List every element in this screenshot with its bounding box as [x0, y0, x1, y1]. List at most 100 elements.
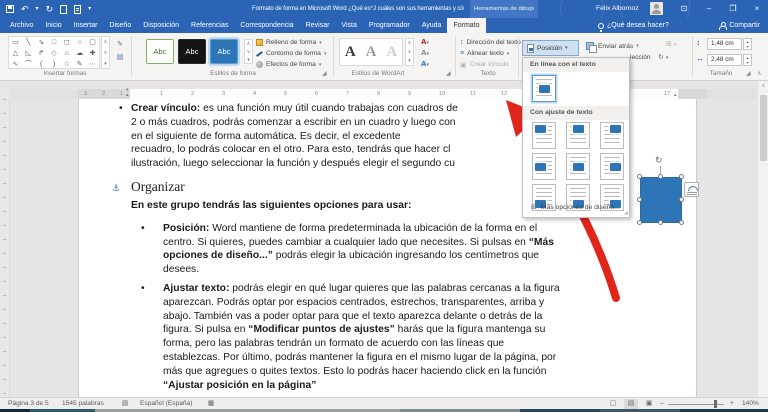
- height-stepper[interactable]: ▴ ▾: [743, 38, 752, 50]
- rotate-handle-icon[interactable]: ↻: [655, 155, 663, 166]
- shape-glyph[interactable]: ∿: [9, 59, 22, 70]
- shape-outline-button[interactable]: Contorno de forma ▾: [256, 48, 327, 59]
- align-text-button[interactable]: ≡ Alinear texto ▾: [460, 48, 509, 59]
- shape-glyph[interactable]: ▭: [9, 37, 22, 48]
- zoom-slider-thumb[interactable]: [714, 400, 717, 408]
- shape-width-field[interactable]: 2,48 cm: [707, 54, 742, 66]
- share-button[interactable]: Compartir: [719, 18, 760, 33]
- minimize-button[interactable]: –: [698, 0, 720, 18]
- shape-glyph[interactable]: ⋯: [86, 59, 99, 70]
- dialog-launcher-icon[interactable]: ◢: [322, 71, 329, 78]
- shape-glyph[interactable]: ✎: [73, 59, 86, 70]
- undo-dropdown-icon[interactable]: ▾: [36, 0, 39, 18]
- shape-glyph[interactable]: ☆: [60, 59, 73, 70]
- vertical-scrollbar[interactable]: ∧: [757, 81, 768, 397]
- shape-glyph[interactable]: ○: [73, 37, 86, 48]
- tell-me-box[interactable]: ¿Qué desea hacer?: [598, 18, 669, 33]
- shape-glyph[interactable]: ╲: [22, 37, 35, 48]
- wordart-style-1[interactable]: A: [345, 39, 356, 65]
- selection-handle[interactable]: [637, 197, 642, 202]
- shape-glyph[interactable]: ▢: [86, 37, 99, 48]
- position-button-open[interactable]: Posición ▾: [522, 40, 579, 56]
- wrap-position-ml[interactable]: [532, 153, 556, 180]
- print-preview-icon[interactable]: [74, 4, 82, 14]
- customize-qat-icon[interactable]: ▾: [88, 0, 91, 18]
- text-box-icon[interactable]: ▤: [117, 54, 124, 61]
- selection-handle[interactable]: [679, 220, 684, 225]
- tab-disposición[interactable]: Disposición: [137, 18, 185, 33]
- tab-vista[interactable]: Vista: [335, 18, 362, 33]
- hanging-indent-marker[interactable]: ▴: [126, 93, 129, 98]
- save-icon[interactable]: [6, 5, 14, 13]
- wordart-style-2[interactable]: A: [366, 39, 377, 65]
- user-name[interactable]: Félix Albornoz: [596, 0, 639, 18]
- text-direction-button[interactable]: ↕ Dirección del texto▾: [460, 37, 526, 48]
- selection-handle[interactable]: [637, 174, 642, 179]
- shape-style-preset-1[interactable]: Abc: [146, 39, 174, 64]
- shape-glyph[interactable]: ◇: [48, 48, 61, 59]
- selection-pane-label-partial[interactable]: lección: [630, 54, 651, 61]
- tab-archivo[interactable]: Archivo: [4, 18, 39, 33]
- tab-revisar[interactable]: Revisar: [300, 18, 336, 33]
- print-layout-icon[interactable]: ▤: [624, 399, 638, 409]
- tab-correspondencia[interactable]: Correspondencia: [234, 18, 299, 33]
- tab-programador[interactable]: Programador: [363, 18, 416, 33]
- wrap-position-mr[interactable]: [600, 153, 624, 180]
- shape-height-field[interactable]: 1,48 cm: [707, 38, 742, 50]
- shape-glyph[interactable]: ◺: [22, 48, 35, 59]
- resize-grip-icon[interactable]: ◢: [624, 210, 628, 216]
- selection-handle[interactable]: [679, 174, 684, 179]
- shape-style-scroll[interactable]: ∧ ∨ ▾: [244, 39, 253, 64]
- more-layout-options-item[interactable]: ⊞ Más opciones de diseño...: [523, 201, 629, 214]
- wrap-position-mc[interactable]: [566, 153, 590, 180]
- shape-glyph[interactable]: ⌂: [60, 48, 73, 59]
- wordart-style-3[interactable]: A: [386, 39, 397, 65]
- ribbon-display-options-icon[interactable]: ⊡: [676, 0, 692, 18]
- right-indent-marker[interactable]: ▴: [674, 93, 677, 98]
- wordart-gallery[interactable]: A A A: [339, 38, 403, 66]
- tab-diseño[interactable]: Diseño: [103, 18, 137, 33]
- web-layout-icon[interactable]: ▣: [642, 399, 656, 409]
- shape-glyph[interactable]: ↱: [35, 48, 48, 59]
- scroll-up-icon[interactable]: ∧: [758, 83, 768, 89]
- shape-gallery-scroll[interactable]: ∧ ∨ ▾: [101, 36, 110, 69]
- shape-glyph[interactable]: □: [48, 37, 61, 48]
- redo-icon[interactable]: ↻: [46, 0, 54, 18]
- selection-handle[interactable]: [658, 174, 663, 179]
- wrap-position-tc[interactable]: [566, 122, 590, 149]
- wordart-scroll[interactable]: ∧ ∨ ▾: [405, 38, 414, 66]
- shape-style-preset-2[interactable]: Abc: [178, 39, 206, 64]
- shape-fill-button[interactable]: Relleno de forma ▾: [256, 37, 322, 48]
- read-mode-icon[interactable]: ▢: [606, 399, 620, 409]
- selected-blue-shape[interactable]: [640, 177, 682, 223]
- undo-icon[interactable]: ↶: [21, 0, 29, 18]
- shape-glyph[interactable]: ☁: [73, 48, 86, 59]
- collapse-ribbon-icon[interactable]: ∧: [757, 70, 761, 77]
- edit-shape-button[interactable]: ✎ ▤: [113, 38, 127, 64]
- shape-glyph[interactable]: (: [35, 59, 48, 70]
- send-backward-button[interactable]: Enviar atrás ▾: [586, 40, 639, 53]
- wrap-position-tr[interactable]: [600, 122, 624, 149]
- close-button[interactable]: ×: [746, 0, 768, 18]
- scrollbar-thumb[interactable]: [760, 95, 767, 161]
- shape-glyph[interactable]: ): [48, 59, 61, 70]
- text-fill-outline-effects[interactable]: A▾ A▾ A▾: [417, 37, 433, 70]
- rotate-objects-button[interactable]: ↻ ▾: [658, 53, 668, 61]
- tab-referencias[interactable]: Referencias: [185, 18, 234, 33]
- restore-button[interactable]: ❐: [722, 0, 744, 18]
- shape-glyph[interactable]: ✚: [86, 48, 99, 59]
- tab-ayuda[interactable]: Ayuda: [416, 18, 448, 33]
- new-document-icon[interactable]: [60, 4, 68, 14]
- wrap-position-tl[interactable]: [532, 122, 556, 149]
- avatar[interactable]: [650, 2, 663, 15]
- selection-handle[interactable]: [637, 220, 642, 225]
- selection-handle[interactable]: [679, 197, 684, 202]
- shape-glyph[interactable]: ⇘: [35, 37, 48, 48]
- tab-insertar[interactable]: Insertar: [68, 18, 104, 33]
- selection-handle[interactable]: [658, 220, 663, 225]
- shape-style-preset-3-selected[interactable]: Abc: [210, 39, 238, 64]
- tab-formato[interactable]: Formato: [447, 18, 486, 33]
- shape-effects-button[interactable]: Efectos de forma ▾: [256, 59, 321, 70]
- position-option-inline[interactable]: [532, 75, 556, 102]
- dialog-launcher-icon[interactable]: ◢: [746, 71, 753, 78]
